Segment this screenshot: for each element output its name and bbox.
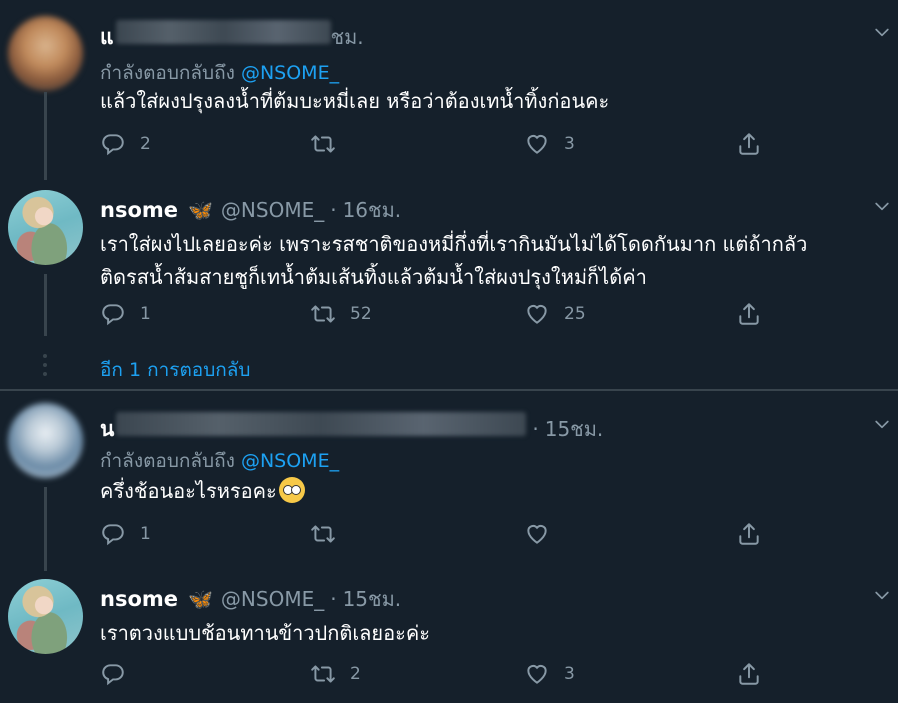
reply-count: 2	[140, 134, 151, 154]
replying-to: กำลังตอบกลับถึง @NSOME_	[100, 58, 339, 88]
avatar[interactable]	[8, 579, 83, 654]
replying-prefix: กำลังตอบกลับถึง	[100, 450, 235, 472]
retweet-button[interactable]: 52	[310, 301, 372, 327]
user-handle[interactable]: @NSOME_	[221, 587, 324, 611]
chevron-down-icon[interactable]	[872, 22, 892, 42]
tweet-text: แล้วใส่ผงปรุงลงน้ำที่ต้มบะหมี่เลย หรือว่…	[100, 85, 609, 118]
retweet-icon	[310, 661, 336, 687]
user-handle[interactable]: @NSOME_	[221, 198, 324, 222]
like-button[interactable]: 25	[524, 301, 586, 327]
tweet-text-line: เราตวงแบบช้อนทานข้าวปกติเลยอะค่ะ	[100, 621, 431, 645]
tweet-text-line: แล้วใส่ผงปรุงลงน้ำที่ต้มบะหมี่เลย หรือว่…	[100, 89, 610, 113]
timestamp[interactable]: 15ชม.	[545, 413, 604, 445]
reply-button[interactable]	[100, 661, 140, 687]
action-bar: 1	[100, 521, 800, 551]
tweet-3[interactable]: น · 15ชม. กำลังตอบกลับถึง @NSOME_ ครึ่งช…	[0, 391, 898, 571]
butterfly-badge-icon: 🦋	[188, 198, 213, 222]
reply-icon	[100, 661, 126, 687]
like-button[interactable]: 3	[524, 661, 575, 687]
separator: ·	[330, 198, 337, 222]
share-icon	[736, 301, 762, 327]
timestamp[interactable]: ชม.	[331, 21, 364, 53]
tweet-header: nsome 🦋 @NSOME_ · 15ชม.	[100, 583, 401, 615]
reply-button[interactable]: 1	[100, 301, 151, 327]
reply-button[interactable]: 1	[100, 521, 151, 547]
tweet-1[interactable]: แ ชม. กำลังตอบกลับถึง @NSOME_ แล้วใส่ผงป…	[0, 0, 898, 190]
tweet-header: น · 15ชม.	[100, 412, 603, 446]
action-bar: 1 52 25	[100, 301, 800, 331]
display-name[interactable]: nsome	[100, 198, 178, 222]
avatar[interactable]	[8, 403, 83, 478]
more-dots-icon	[43, 354, 47, 376]
reply-button[interactable]: 2	[100, 131, 151, 157]
separator: ·	[532, 417, 539, 441]
tweet-2[interactable]: nsome 🦋 @NSOME_ · 16ชม. เราใส่ผงไปเลยอะค…	[0, 190, 898, 345]
replying-prefix: กำลังตอบกลับถึง	[100, 62, 235, 84]
share-button[interactable]	[736, 131, 762, 157]
tweet-header: nsome 🦋 @NSOME_ · 16ชม.	[100, 194, 401, 226]
share-icon	[736, 521, 762, 547]
reply-icon	[100, 521, 126, 547]
mention-link[interactable]: @NSOME_	[241, 450, 339, 472]
replying-to: กำลังตอบกลับถึง @NSOME_	[100, 446, 339, 476]
display-name[interactable]: น	[100, 413, 114, 446]
retweet-icon	[310, 521, 336, 547]
like-count: 3	[564, 664, 575, 684]
like-count: 25	[564, 304, 586, 324]
blurred-handle	[115, 20, 331, 44]
show-more-replies-link[interactable]: อีก 1 การตอบกลับ	[100, 355, 250, 385]
tweet-text: เราใส่ผงไปเลยอะค่ะ เพราะรสชาติของหมี่กึ่…	[100, 228, 807, 294]
timestamp[interactable]: 16ชม.	[343, 194, 402, 226]
share-icon	[736, 131, 762, 157]
avatar[interactable]	[8, 190, 83, 265]
chevron-down-icon[interactable]	[872, 585, 892, 605]
share-button[interactable]	[736, 521, 762, 547]
tweet-text: ครึ่งช้อนอะไรหรอคะ	[100, 475, 305, 508]
reply-icon	[100, 131, 126, 157]
reply-count: 1	[140, 304, 151, 324]
action-bar: 2 3	[100, 661, 800, 691]
avatar[interactable]	[8, 16, 83, 91]
share-icon	[736, 661, 762, 687]
heart-icon	[524, 661, 550, 687]
like-button[interactable]	[524, 521, 564, 547]
retweet-button[interactable]	[310, 521, 350, 547]
tweet-text-line: เราใส่ผงไปเลยอะค่ะ เพราะรสชาติของหมี่กึ่…	[100, 232, 808, 256]
heart-icon	[524, 521, 550, 547]
timestamp[interactable]: 15ชม.	[343, 583, 402, 615]
mention-link[interactable]: @NSOME_	[241, 62, 339, 84]
blurred-handle	[116, 412, 527, 436]
reply-count: 1	[140, 524, 151, 544]
heart-icon	[524, 131, 550, 157]
display-name[interactable]: แ	[100, 21, 114, 54]
share-button[interactable]	[736, 661, 762, 687]
tweet-text: เราตวงแบบช้อนทานข้าวปกติเลยอะค่ะ	[100, 617, 430, 650]
thread-line	[44, 92, 47, 180]
butterfly-badge-icon: 🦋	[188, 587, 213, 611]
chevron-down-icon[interactable]	[872, 414, 892, 434]
reply-icon	[100, 301, 126, 327]
tweet-4[interactable]: nsome 🦋 @NSOME_ · 15ชม. เราตวงแบบช้อนทาน…	[0, 579, 898, 703]
retweet-icon	[310, 301, 336, 327]
retweet-button[interactable]	[310, 131, 350, 157]
like-count: 3	[564, 134, 575, 154]
display-name[interactable]: nsome	[100, 587, 178, 611]
retweet-icon	[310, 131, 336, 157]
retweet-count: 52	[350, 304, 372, 324]
thread-line	[44, 274, 47, 336]
rolling-eyes-emoji-icon	[278, 477, 305, 503]
separator: ·	[330, 587, 337, 611]
share-button[interactable]	[736, 301, 762, 327]
tweet-header: แ ชม.	[100, 20, 364, 54]
like-button[interactable]: 3	[524, 131, 575, 157]
retweet-button[interactable]: 2	[310, 661, 361, 687]
heart-icon	[524, 301, 550, 327]
chevron-down-icon[interactable]	[872, 196, 892, 216]
action-bar: 2 3	[100, 131, 800, 161]
tweet-text-line: ติดรสน้ำส้มสายชูก็เทน้ำต้มเส้นทิ้งแล้วต้…	[100, 265, 647, 289]
thread-line	[44, 487, 47, 571]
tweet-text-line: ครึ่งช้อนอะไรหรอคะ	[100, 479, 277, 503]
retweet-count: 2	[350, 664, 361, 684]
